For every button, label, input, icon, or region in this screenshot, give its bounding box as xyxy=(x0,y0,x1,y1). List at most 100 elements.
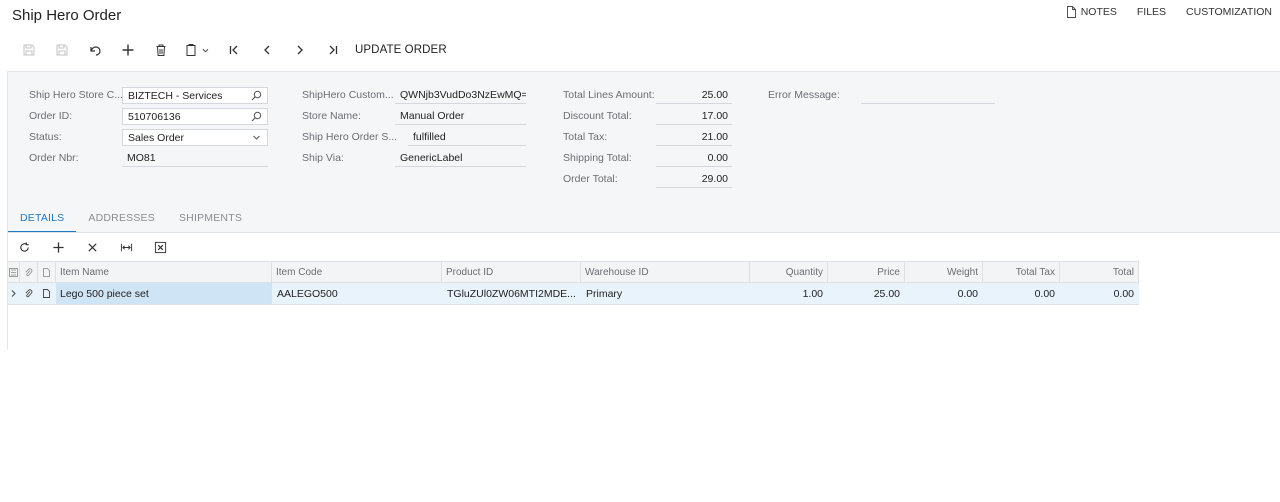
ship-via-label: Ship Via: xyxy=(302,152,344,164)
document-icon xyxy=(43,289,50,298)
clipboard-icon xyxy=(186,44,196,56)
document-icon xyxy=(43,267,50,277)
grid-toolbar xyxy=(12,238,182,256)
main-toolbar: UPDATE ORDER xyxy=(12,40,447,60)
table-row[interactable]: Lego 500 piece set AALEGO500 TGluZUl0ZW0… xyxy=(8,283,1139,305)
col-quantity[interactable]: Quantity xyxy=(750,262,828,282)
undo-button[interactable] xyxy=(78,40,111,60)
row-note-cell[interactable] xyxy=(38,283,56,304)
refresh-button[interactable] xyxy=(12,238,46,256)
chevron-right-icon xyxy=(297,45,303,55)
order-id-field[interactable]: 510706136 xyxy=(122,108,268,125)
cell-quantity[interactable]: 1.00 xyxy=(750,283,828,304)
files-link[interactable]: FILES xyxy=(1137,6,1166,18)
delete-button[interactable] xyxy=(144,40,177,60)
first-icon xyxy=(229,45,237,55)
status-label: Status: xyxy=(29,131,62,143)
store-label: Ship Hero Store C... xyxy=(29,89,123,101)
row-expand-cell[interactable] xyxy=(8,283,20,304)
delete-row-button[interactable] xyxy=(80,238,114,256)
order-nbr-field: MO81 xyxy=(122,150,268,167)
shipping-field: 0.00 xyxy=(656,150,732,167)
col-product-id[interactable]: Product ID xyxy=(442,262,581,282)
customization-link[interactable]: CUSTOMIZATION xyxy=(1186,6,1272,18)
page-title: Ship Hero Order xyxy=(12,7,122,24)
cell-total[interactable]: 0.00 xyxy=(1060,283,1139,304)
search-icon[interactable] xyxy=(251,111,262,122)
select-all-cell[interactable] xyxy=(8,262,20,282)
notes-link[interactable]: NOTES xyxy=(1066,6,1117,18)
save-button[interactable] xyxy=(45,40,78,60)
chevron-left-icon xyxy=(263,45,269,55)
last-record-button[interactable] xyxy=(316,40,349,60)
col-weight[interactable]: Weight xyxy=(905,262,983,282)
cell-total-tax[interactable]: 0.00 xyxy=(983,283,1060,304)
total-lines-label: Total Lines Amount: xyxy=(563,89,655,101)
next-record-button[interactable] xyxy=(283,40,316,60)
row-attachment-cell[interactable] xyxy=(20,283,38,304)
save-close-icon xyxy=(23,44,34,56)
fit-columns-button[interactable] xyxy=(114,238,148,256)
save-icon xyxy=(56,44,67,56)
fit-width-icon xyxy=(120,243,133,251)
col-price[interactable]: Price xyxy=(828,262,905,282)
cell-weight[interactable]: 0.00 xyxy=(905,283,983,304)
col-item-code[interactable]: Item Code xyxy=(272,262,442,282)
attachments-header xyxy=(20,262,38,282)
chevron-down-icon xyxy=(202,48,209,52)
chevron-down-icon xyxy=(251,132,262,143)
col-total[interactable]: Total xyxy=(1060,262,1139,282)
left-border xyxy=(7,71,8,350)
plus-icon xyxy=(53,241,64,253)
store-name-field: Manual Order xyxy=(395,108,526,125)
first-record-button[interactable] xyxy=(217,40,250,60)
previous-record-button[interactable] xyxy=(250,40,283,60)
customer-label: ShipHero Custom... xyxy=(302,89,394,101)
tax-field: 21.00 xyxy=(656,129,732,146)
save-close-button[interactable] xyxy=(12,40,45,60)
tax-label: Total Tax: xyxy=(563,131,608,143)
error-message-label: Error Message: xyxy=(768,89,840,101)
cell-item-name[interactable]: Lego 500 piece set xyxy=(56,283,272,304)
detail-tabs: DETAILS ADDRESSES SHIPMENTS xyxy=(8,210,254,233)
store-name-label: Store Name: xyxy=(302,110,361,122)
trash-icon xyxy=(156,44,165,56)
notes-label: NOTES xyxy=(1080,6,1117,18)
order-total-field: 29.00 xyxy=(656,171,732,188)
close-icon xyxy=(88,242,97,252)
col-warehouse-id[interactable]: Warehouse ID xyxy=(581,262,750,282)
update-order-button[interactable]: UPDATE ORDER xyxy=(355,44,447,56)
last-icon xyxy=(329,45,337,55)
cell-product-id[interactable]: TGluZUl0ZW06MTI2MDE... xyxy=(442,283,581,304)
add-row-button[interactable] xyxy=(46,238,80,256)
cell-price[interactable]: 25.00 xyxy=(828,283,905,304)
col-item-name[interactable]: Item Name xyxy=(56,262,272,282)
export-excel-button[interactable] xyxy=(148,238,182,256)
tabs-divider xyxy=(8,232,1280,233)
status-select[interactable]: Sales Order xyxy=(122,129,268,146)
order-status-field: fulfilled xyxy=(408,129,526,146)
shipping-label: Shipping Total: xyxy=(563,152,632,164)
discount-label: Discount Total: xyxy=(563,110,632,122)
tab-details[interactable]: DETAILS xyxy=(8,210,77,233)
col-total-tax[interactable]: Total Tax xyxy=(983,262,1060,282)
add-button[interactable] xyxy=(111,40,144,60)
tab-addresses[interactable]: ADDRESSES xyxy=(76,210,167,233)
cell-warehouse-id[interactable]: Primary xyxy=(581,283,750,304)
order-id-label: Order ID: xyxy=(29,110,73,122)
chevron-right-icon xyxy=(11,290,16,297)
tab-shipments[interactable]: SHIPMENTS xyxy=(167,210,254,233)
store-field[interactable]: BIZTECH - Services xyxy=(122,87,268,104)
total-lines-field: 25.00 xyxy=(656,87,732,104)
order-total-label: Order Total: xyxy=(563,173,618,185)
ship-via-field: GenericLabel xyxy=(395,150,526,167)
order-summary-panel: Ship Hero Store C... BIZTECH - Services … xyxy=(8,71,1280,232)
order-status-label: Ship Hero Order S... xyxy=(302,131,398,143)
search-icon[interactable] xyxy=(251,90,262,101)
cell-item-code[interactable]: AALEGO500 xyxy=(272,283,442,304)
store-value: BIZTECH - Services xyxy=(128,89,223,102)
excel-icon xyxy=(154,241,167,253)
order-nbr-label: Order Nbr: xyxy=(29,152,79,164)
clipboard-menu-button[interactable] xyxy=(177,40,217,60)
error-message-field xyxy=(861,87,995,104)
